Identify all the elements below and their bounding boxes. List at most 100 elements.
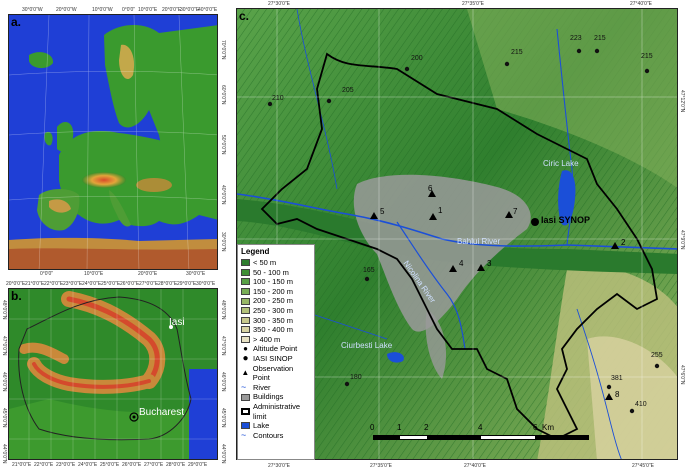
- tick-label: 45°0'0"N: [1, 408, 7, 428]
- altitude-label: 215: [594, 35, 606, 42]
- altitude-label: 255: [651, 352, 663, 359]
- europe-map-panel: a.: [8, 14, 218, 270]
- tick-label: 21°0'0"E: [25, 281, 45, 287]
- legend-item: > 400 m: [241, 335, 311, 345]
- legend-label: IASI SINOP: [253, 353, 293, 363]
- tick-label: 48°0'0"N: [1, 300, 7, 320]
- tick-label: 10°0'0"E: [138, 7, 158, 13]
- legend-label: Contours: [253, 430, 284, 440]
- tick-label: 27°40'0"E: [464, 463, 486, 469]
- elevation-swatch: [241, 278, 250, 286]
- observation-label: 3: [487, 259, 492, 268]
- legend-item: 200 - 250 m: [241, 296, 311, 306]
- tick-label: 27°30'0"E: [268, 463, 290, 469]
- tick-label: 27°45'0"E: [632, 463, 654, 469]
- tick-label: 23°0'0"E: [56, 462, 76, 468]
- tick-label: 0°0'0": [122, 7, 136, 13]
- scale-tick: 4: [478, 423, 483, 432]
- legend-item: 150 - 200 m: [241, 287, 311, 297]
- tick-label: 22°0'0"E: [44, 281, 64, 287]
- legend-label: Observation Point: [252, 363, 294, 383]
- tick-label: 27°30'0"E: [268, 1, 290, 7]
- tick-label: 0°0'0": [40, 271, 54, 277]
- tick-label: 27°40'0"E: [630, 1, 652, 7]
- tick-label: 23°0'0"E: [63, 281, 83, 287]
- tick-label: 30°0'0"W: [22, 7, 43, 13]
- observation-label: 8: [615, 390, 620, 399]
- altitude-label: 200: [411, 55, 423, 62]
- tick-label: 44°0'0"N: [220, 444, 226, 464]
- tick-label: 22°0'0"E: [34, 462, 54, 468]
- tick-label: 27°0'0"E: [144, 462, 164, 468]
- romania-map: [9, 289, 217, 459]
- tick-label: 27°35'0"E: [462, 1, 484, 7]
- legend-label: 100 - 150 m: [253, 277, 294, 287]
- scale-unit: Km: [542, 423, 554, 432]
- legend-label: 200 - 250 m: [253, 296, 294, 306]
- legend-item: ~ River: [241, 381, 311, 393]
- altitude-label: 210: [272, 95, 284, 102]
- city-label-bucharest: Bucharest: [139, 407, 185, 418]
- tick-label: 50°0'0"N: [220, 135, 226, 155]
- legend-item: Lake: [241, 421, 311, 431]
- legend-item: Buildings: [241, 392, 311, 402]
- legend-item: 300 - 350 m: [241, 316, 311, 326]
- buildings-swatch: [241, 393, 250, 401]
- river-label: Bahlui River: [457, 237, 501, 246]
- river-icon: ~: [241, 381, 247, 392]
- altitude-label: 215: [511, 49, 523, 56]
- legend-item: Administrative limit: [241, 402, 311, 421]
- tick-label: 30°0'0"E: [186, 271, 206, 277]
- legend-item: 350 - 400 m: [241, 325, 311, 335]
- tick-label: 20°0'0"E: [6, 281, 26, 287]
- tick-label: 28°0'0"E: [166, 462, 186, 468]
- legend-label: > 400 m: [253, 334, 281, 344]
- altitude-label: 223: [570, 35, 582, 42]
- elevation-swatch: [241, 268, 250, 276]
- scale-tick: 1: [397, 423, 402, 432]
- city-label-iasi: Iasi: [169, 317, 185, 328]
- legend-item: ● Altitude Point: [241, 344, 311, 354]
- tick-label: 29°0'0"E: [177, 281, 197, 287]
- map-legend: Legend < 50 m 50 - 100 m 100 - 150 m 150 - …: [237, 244, 315, 460]
- scale-tick: 6: [533, 423, 538, 432]
- legend-label: Administrative limit: [253, 401, 301, 421]
- iasi-synop-marker: [531, 218, 539, 226]
- tick-label: 48°0'0"N: [220, 300, 226, 320]
- admin-limit-swatch: [241, 408, 250, 415]
- legend-label: Altitude Point: [253, 344, 298, 354]
- scale-tick: 0: [370, 423, 375, 432]
- legend-item: 250 - 300 m: [241, 306, 311, 316]
- panel-c-label: c.: [239, 9, 250, 23]
- tick-label: 30°0'0"E: [196, 281, 216, 287]
- legend-label: < 50 m: [253, 258, 277, 267]
- altitude-label: 165: [363, 267, 375, 274]
- tick-label: 20°0'0"E: [162, 7, 182, 13]
- synop-icon: ●: [242, 352, 249, 364]
- legend-item: ~ Contours: [241, 429, 311, 441]
- legend-item: ▲ Observation Point: [241, 364, 311, 383]
- tick-label: 24°0'0"E: [78, 462, 98, 468]
- legend-title: Legend: [241, 247, 270, 256]
- europe-map: [9, 15, 217, 269]
- tick-label: 47°0'0"N: [1, 336, 7, 356]
- observation-label: 5: [380, 207, 385, 216]
- observation-point-icon: ▲: [241, 368, 250, 378]
- legend-label: Buildings: [253, 392, 284, 402]
- tick-label: 27°0'0"E: [139, 281, 159, 287]
- contours-icon: ~: [241, 429, 247, 440]
- panel-a-label: a.: [11, 15, 22, 29]
- lake-swatch: [241, 422, 250, 430]
- romania-map-panel: b. Iasi Bucharest: [8, 288, 218, 460]
- legend-label: 300 - 350 m: [253, 315, 294, 325]
- elevation-swatch: [241, 316, 250, 324]
- tick-label: 25°0'0"E: [101, 281, 121, 287]
- elevation-swatch: [241, 288, 250, 296]
- tick-label: 29°0'0"E: [188, 462, 208, 468]
- legend-elevation-classes: < 50 m 50 - 100 m 100 - 150 m 150 - 200 m 20…: [241, 258, 311, 344]
- altitude-label: 381: [611, 375, 623, 382]
- tick-label: 40°0'0"N: [220, 185, 226, 205]
- tick-label: 40°0'0"E: [198, 7, 218, 13]
- lake-label: Ciric Lake: [543, 159, 579, 168]
- synop-label: Iasi SYNOP: [541, 215, 591, 225]
